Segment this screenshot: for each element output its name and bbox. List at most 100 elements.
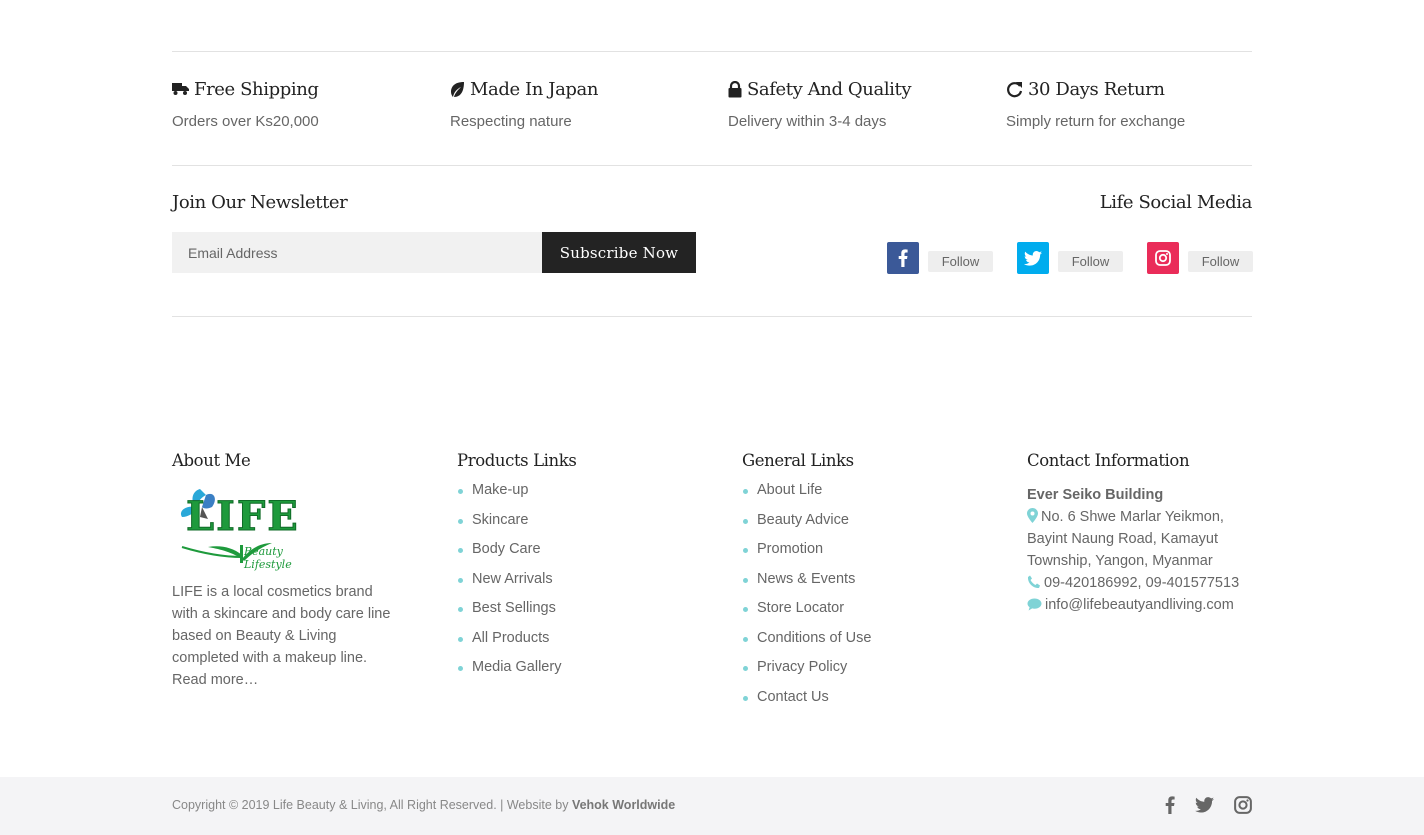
link[interactable]: About Life (757, 482, 822, 498)
link[interactable]: Body Care (472, 541, 541, 557)
link[interactable]: Conditions of Use (757, 630, 871, 646)
newsletter-title: Join Our Newsletter (172, 192, 348, 213)
leaf-icon (451, 81, 464, 97)
social-twitter: Follow (1017, 242, 1123, 274)
link[interactable]: Skincare (472, 512, 528, 528)
truck-icon (172, 83, 189, 95)
list-item[interactable]: About Life (742, 482, 972, 512)
chat-bubble-icon (1027, 598, 1042, 611)
list-item[interactable]: Contact Us (742, 689, 972, 719)
logo-text: LIFE (186, 493, 300, 541)
feature-title: Free Shipping (194, 78, 319, 100)
list-item[interactable]: News & Events (742, 571, 972, 601)
newsletter-divider (172, 316, 1252, 317)
twitter-icon[interactable] (1017, 242, 1049, 274)
bullet-icon (458, 636, 463, 642)
list-item[interactable]: Promotion (742, 541, 972, 571)
bullet-icon (743, 636, 748, 642)
contact-building: Ever Seiko Building (1027, 487, 1164, 503)
list-item[interactable]: Skincare (457, 512, 687, 542)
about-text: LIFE is a local cosmetics brand with a s… (172, 584, 391, 666)
features-divider (172, 165, 1252, 166)
credit-link[interactable]: Vehok Worldwide (572, 798, 675, 812)
about-column: About Me LIFE Beauty Lifestyle LIFE is a… (172, 451, 402, 691)
bullet-icon (743, 607, 748, 612)
feature-free-shipping: Free Shipping Orders over Ks20,000 (172, 76, 432, 130)
contact-phone: 09-420186992, 09-401577513 (1044, 575, 1240, 591)
bullet-icon (743, 695, 748, 701)
lock-icon (728, 80, 742, 97)
feature-title: Made In Japan (470, 78, 599, 100)
list-item[interactable]: All Products (457, 630, 687, 660)
list-item[interactable]: Privacy Policy (742, 659, 972, 689)
bullet-icon (743, 489, 748, 494)
link[interactable]: Promotion (757, 541, 823, 557)
facebook-icon[interactable] (887, 242, 919, 274)
link[interactable]: Contact Us (757, 689, 829, 705)
link[interactable]: Best Sellings (472, 600, 556, 616)
feature-safety-quality: Safety And Quality Delivery within 3-4 d… (728, 76, 988, 131)
bullet-icon (458, 489, 463, 494)
products-links-list: Make-up Skincare Body Care New Arrivals … (457, 482, 687, 689)
bullet-icon (743, 666, 748, 671)
feature-subtitle: Simply return for exchange (1006, 113, 1186, 130)
contact-title: Contact Information (1027, 451, 1190, 470)
list-item[interactable]: Make-up (457, 482, 687, 512)
top-divider (172, 51, 1252, 52)
link[interactable]: Beauty Advice (757, 512, 849, 528)
follow-button[interactable]: Follow (928, 251, 993, 272)
feature-title: 30 Days Return (1028, 78, 1165, 100)
read-more-link[interactable]: Read more… (172, 672, 258, 688)
contact-address: No. 6 Shwe Marlar Yeikmon, Bayint Naung … (1027, 509, 1224, 569)
link[interactable]: News & Events (757, 571, 855, 587)
social-facebook: Follow (887, 242, 993, 274)
social-media-title: Life Social Media (1099, 192, 1253, 213)
follow-button[interactable]: Follow (1188, 251, 1253, 272)
twitter-icon[interactable] (1195, 797, 1214, 813)
link[interactable]: Make-up (472, 482, 528, 498)
facebook-icon[interactable] (1165, 796, 1175, 814)
instagram-icon[interactable] (1147, 242, 1179, 274)
list-item[interactable]: Best Sellings (457, 600, 687, 630)
contact-column: Contact Information Ever Seiko Building … (1027, 451, 1257, 616)
contact-email[interactable]: info@lifebeautyandliving.com (1045, 597, 1234, 613)
feature-made-in-japan: Made In Japan Respecting nature (450, 76, 710, 131)
follow-button[interactable]: Follow (1058, 251, 1123, 272)
instagram-icon[interactable] (1234, 796, 1252, 814)
feature-subtitle: Orders over Ks20,000 (172, 113, 319, 130)
list-item[interactable]: Store Locator (742, 600, 972, 630)
list-item[interactable]: Conditions of Use (742, 630, 972, 660)
bullet-icon (743, 577, 748, 583)
life-logo[interactable]: LIFE Beauty Lifestyle (172, 487, 332, 571)
bullet-icon (458, 666, 463, 671)
email-input[interactable] (172, 232, 542, 273)
products-links-column: Products Links Make-up Skincare Body Car… (457, 451, 687, 689)
list-item[interactable]: Media Gallery (457, 659, 687, 689)
subscribe-button[interactable]: Subscribe Now (542, 232, 696, 273)
bullet-icon (458, 577, 463, 583)
social-instagram: Follow (1147, 242, 1253, 274)
list-item[interactable]: Body Care (457, 541, 687, 571)
link[interactable]: Store Locator (757, 600, 844, 616)
feature-subtitle: Respecting nature (450, 113, 572, 130)
bullet-icon (743, 548, 748, 553)
feature-title: Safety And Quality (747, 78, 912, 100)
link[interactable]: Privacy Policy (757, 659, 847, 675)
link[interactable]: New Arrivals (472, 571, 553, 587)
bullet-icon (458, 548, 463, 553)
list-item[interactable]: Beauty Advice (742, 512, 972, 542)
bullet-icon (743, 518, 748, 524)
general-links-title: General Links (742, 451, 854, 470)
copyright-text: Copyright © 2019 Life Beauty & Living, A… (172, 798, 676, 812)
link[interactable]: Media Gallery (472, 659, 561, 675)
logo-tagline: Beauty Lifestyle (244, 545, 292, 571)
bullet-icon (458, 518, 463, 524)
link[interactable]: All Products (472, 630, 549, 646)
list-item[interactable]: New Arrivals (457, 571, 687, 601)
products-links-title: Products Links (457, 451, 577, 470)
map-marker-icon (1027, 508, 1038, 523)
footer-social-icons (1165, 796, 1252, 814)
feature-subtitle: Delivery within 3-4 days (728, 113, 887, 130)
bullet-icon (458, 607, 463, 612)
about-title: About Me (172, 451, 251, 470)
